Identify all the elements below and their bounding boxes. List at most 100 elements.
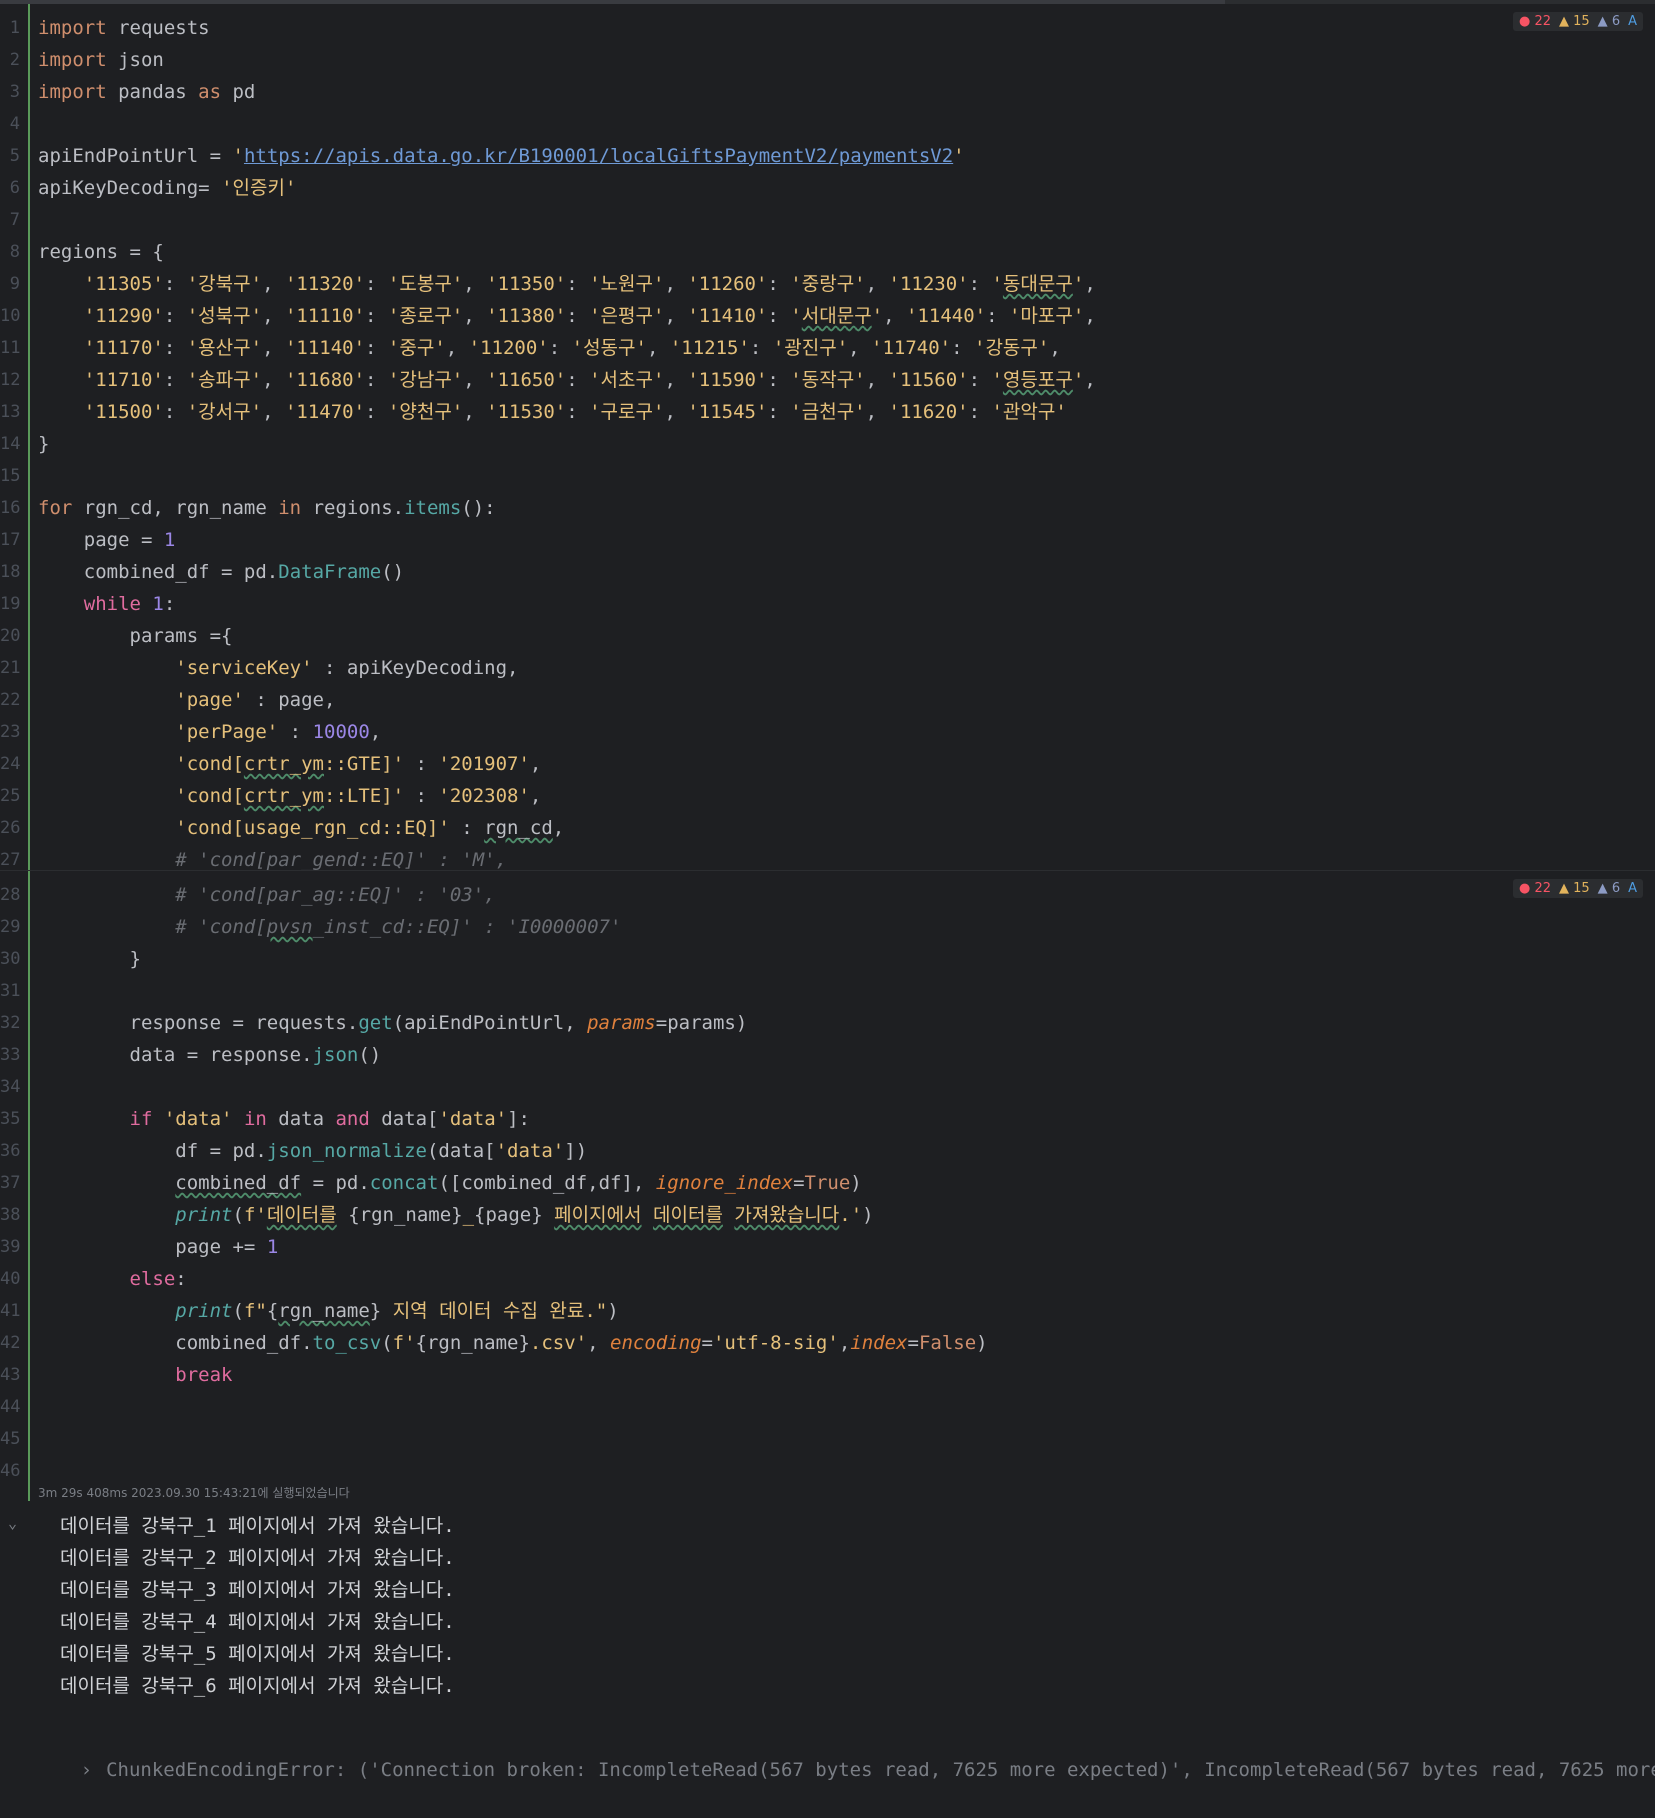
code-line[interactable]: 41 print(f"{rgn_name} 지역 데이터 수집 완료.") [0,1295,1655,1327]
line-number: 35 [0,1109,21,1129]
code-text[interactable]: data = response.json() [38,1039,1655,1071]
code-line[interactable]: 34 [0,1071,1655,1103]
code-text[interactable]: '11305': '강북구', '11320': '도봉구', '11350':… [38,268,1655,300]
output-lines: 데이터를 강북구_1 페이지에서 가져 왔습니다. 데이터를 강북구_2 페이지에… [60,1510,455,1702]
ai-assistant-icon: A [1628,14,1637,29]
code-line[interactable]: 33 data = response.json() [0,1039,1655,1071]
code-line[interactable]: 20 params ={ [0,620,1655,652]
code-editor-1[interactable]: 1 import requests 2 import json 3 import pand… [0,12,1655,876]
code-line[interactable]: 4 [0,108,1655,140]
code-cell-1[interactable]: 1 import requests 2 import json 3 import pand… [0,4,1655,871]
code-text[interactable]: 'cond[crtr_ym::LTE]' : '202308', [38,780,1655,812]
code-line[interactable]: 19 while 1: [0,588,1655,620]
code-line[interactable]: 46 [0,1455,1655,1487]
code-text[interactable]: import requests [38,12,1655,44]
code-line[interactable]: 13 '11500': '강서구', '11470': '양천구', '1153… [0,396,1655,428]
code-text[interactable]: regions = { [38,236,1655,268]
code-text[interactable]: page = 1 [38,524,1655,556]
code-line[interactable]: 28 # 'cond[par_ag::EQ]' : '03', [0,879,1655,911]
code-line[interactable]: 37 combined_df = pd.concat([combined_df,… [0,1167,1655,1199]
code-line[interactable]: 9 '11305': '강북구', '11320': '도봉구', '11350… [0,268,1655,300]
code-text[interactable]: '11710': '송파구', '11680': '강남구', '11650':… [38,364,1655,396]
code-text[interactable]: print(f'데이터를 {rgn_name}_{page} 페이지에서 데이터… [38,1199,1655,1231]
code-text[interactable]: } [38,943,1655,975]
code-line[interactable]: 40 else: [0,1263,1655,1295]
code-text[interactable]: combined_df = pd.DataFrame() [38,556,1655,588]
code-line[interactable]: 22 'page' : page, [0,684,1655,716]
code-text[interactable]: page += 1 [38,1231,1655,1263]
code-text[interactable]: while 1: [38,588,1655,620]
code-text[interactable]: response = requests.get(apiEndPointUrl, … [38,1007,1655,1039]
code-line[interactable]: 45 [0,1423,1655,1455]
code-line[interactable]: 39 page += 1 [0,1231,1655,1263]
code-line[interactable]: 18 combined_df = pd.DataFrame() [0,556,1655,588]
code-line[interactable]: 38 print(f'데이터를 {rgn_name}_{page} 페이지에서 … [0,1199,1655,1231]
code-text[interactable]: '11500': '강서구', '11470': '양천구', '11530':… [38,396,1655,428]
code-text[interactable]: else: [38,1263,1655,1295]
code-text[interactable]: for rgn_cd, rgn_name in regions.items(): [38,492,1655,524]
ai-assistant-icon: A [1628,881,1637,896]
code-line[interactable]: 3 import pandas as pd [0,76,1655,108]
chevron-right-icon[interactable]: › [81,1759,92,1781]
code-text[interactable]: print(f"{rgn_name} 지역 데이터 수집 완료.") [38,1295,1655,1327]
code-line[interactable]: 16 for rgn_cd, rgn_name in regions.items(… [0,492,1655,524]
code-line[interactable]: 10 '11290': '성북구', '11110': '종로구', '1138… [0,300,1655,332]
code-line[interactable]: 23 'perPage' : 10000, [0,716,1655,748]
code-line[interactable]: 36 df = pd.json_normalize(data['data']) [0,1135,1655,1167]
code-text[interactable]: if 'data' in data and data['data']: [38,1103,1655,1135]
code-line[interactable]: 17 page = 1 [0,524,1655,556]
code-line[interactable]: 14} [0,428,1655,460]
code-line[interactable]: 44 [0,1391,1655,1423]
code-line[interactable]: 43 break [0,1359,1655,1391]
code-line[interactable]: 30 } [0,943,1655,975]
code-line[interactable]: 11 '11170': '용산구', '11140': '중구', '11200… [0,332,1655,364]
code-text[interactable]: df = pd.json_normalize(data['data']) [38,1135,1655,1167]
code-line[interactable]: 5 apiEndPointUrl = 'https://apis.data.go.… [0,140,1655,172]
code-line[interactable]: 29 # 'cond[pvsn_inst_cd::EQ]' : 'I000000… [0,911,1655,943]
code-line[interactable]: 2 import json [0,44,1655,76]
code-line[interactable]: 25 'cond[crtr_ym::LTE]' : '202308', [0,780,1655,812]
code-text[interactable]: } [38,428,1655,460]
code-line[interactable]: 7 [0,204,1655,236]
code-cell-2[interactable]: 28 # 'cond[par_ag::EQ]' : '03', 29 # 'con… [0,870,1655,1501]
line-number: 2 [9,50,20,70]
code-text[interactable]: combined_df.to_csv(f'{rgn_name}.csv', en… [38,1327,1655,1359]
code-line[interactable]: 26 'cond[usage_rgn_cd::EQ]' : rgn_cd, [0,812,1655,844]
code-line[interactable]: 8 regions = { [0,236,1655,268]
code-text[interactable]: 'page' : page, [38,684,1655,716]
code-line[interactable]: 24 'cond[crtr_ym::GTE]' : '201907', [0,748,1655,780]
code-line[interactable]: 35 if 'data' in data and data['data']: [0,1103,1655,1135]
code-text[interactable]: import pandas as pd [38,76,1655,108]
line-number: 30 [0,949,21,969]
code-line[interactable]: 31 [0,975,1655,1007]
code-text[interactable]: 'cond[usage_rgn_cd::EQ]' : rgn_cd, [38,812,1655,844]
code-text[interactable]: apiEndPointUrl = 'https://apis.data.go.k… [38,140,1655,172]
code-line[interactable]: 12 '11710': '송파구', '11680': '강남구', '1165… [0,364,1655,396]
line-number: 36 [0,1141,21,1161]
code-line[interactable]: 32 response = requests.get(apiEndPointUr… [0,1007,1655,1039]
code-text[interactable]: 'cond[crtr_ym::GTE]' : '201907', [38,748,1655,780]
code-text[interactable]: # 'cond[pvsn_inst_cd::EQ]' : 'I0000007' [38,911,1655,943]
code-text[interactable]: break [38,1359,1655,1391]
code-text[interactable]: 'serviceKey' : apiKeyDecoding, [38,652,1655,684]
code-line[interactable]: 15 [0,460,1655,492]
code-line[interactable]: 21 'serviceKey' : apiKeyDecoding, [0,652,1655,684]
code-text[interactable]: params ={ [38,620,1655,652]
code-text[interactable]: apiKeyDecoding= '인증키' [38,172,1655,204]
code-line[interactable]: 6 apiKeyDecoding= '인증키' [0,172,1655,204]
code-text[interactable]: '11290': '성북구', '11110': '종로구', '11380':… [38,300,1655,332]
inspection-badges-1[interactable]: ● 22 ▲ 15 ▲ 6 A [1512,12,1643,31]
inspection-badges-2[interactable]: ● 22 ▲ 15 ▲ 6 A [1512,879,1643,898]
code-line[interactable]: 1 import requests [0,12,1655,44]
code-text[interactable]: import json [38,44,1655,76]
execution-status: 3m 29s 408ms 2023.09.30 15:43:21에 실행되었습니… [38,1486,350,1500]
code-editor-2[interactable]: 28 # 'cond[par_ag::EQ]' : '03', 29 # 'con… [0,879,1655,1487]
line-number: 45 [0,1429,21,1449]
code-line[interactable]: 42 combined_df.to_csv(f'{rgn_name}.csv',… [0,1327,1655,1359]
chevron-down-icon[interactable]: ⌄ [8,1514,17,1532]
code-text[interactable]: combined_df = pd.concat([combined_df,df]… [38,1167,1655,1199]
code-text[interactable]: '11170': '용산구', '11140': '중구', '11200': … [38,332,1655,364]
code-text[interactable]: 'perPage' : 10000, [38,716,1655,748]
code-text[interactable]: # 'cond[par_ag::EQ]' : '03', [38,879,1655,911]
line-number: 43 [0,1365,21,1385]
